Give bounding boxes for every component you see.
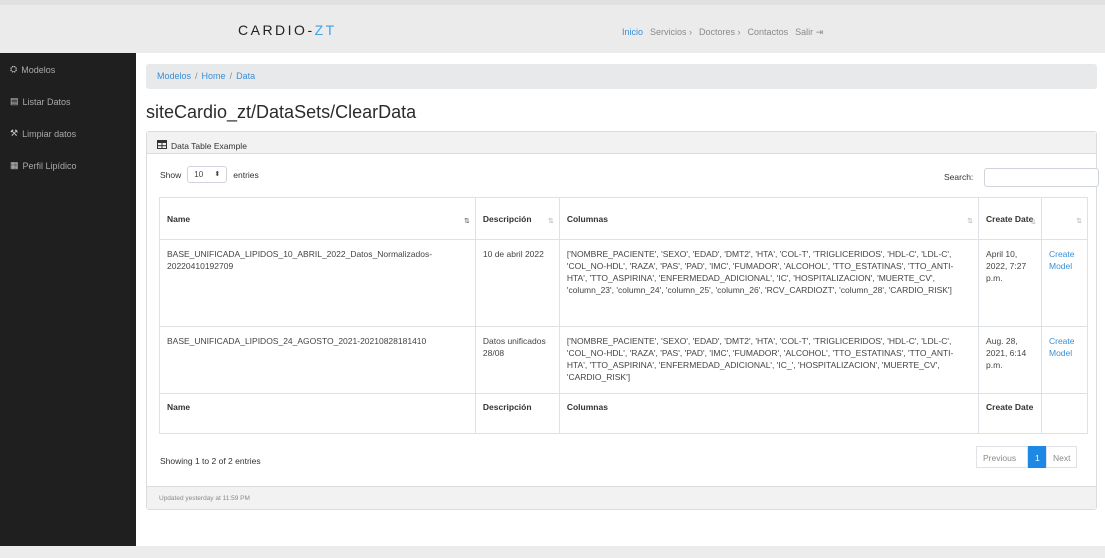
brand-logo[interactable]: CARDIO-ZT: [238, 22, 337, 38]
card-title: Data Table Example: [171, 140, 247, 151]
nav-contactos[interactable]: Contactos: [748, 27, 789, 38]
main-content: Modelos / Home / Data siteCardio_zt/DataSets…: [136, 53, 1105, 558]
breadcrumb-separator: /: [195, 71, 198, 81]
sort-icon: ⇅: [464, 218, 470, 225]
cell-name: BASE_UNIFICADA_LIPIDOS_10_ABRIL_2022_Dat…: [159, 239, 476, 327]
col-header-name[interactable]: Name ⇅: [159, 197, 476, 240]
cell-name: BASE_UNIFICADA_LIPIDOS_24_AGOSTO_2021-20…: [159, 326, 476, 394]
create-model-link[interactable]: Create Model: [1040, 326, 1089, 394]
nav-servicios[interactable]: Servicios ›: [650, 27, 692, 38]
col-header-descripcion[interactable]: Descripción ⇅: [474, 197, 560, 240]
sidebar-item-perfil-lipidico[interactable]: ▦ Perfil Lipídico: [10, 160, 77, 171]
chevron-updown-icon: ⬍: [214, 171, 221, 178]
sidebar-item-modelos[interactable]: ⛭ Modelos: [10, 64, 55, 75]
entries-select[interactable]: 10 ⬍: [187, 166, 228, 183]
foot-create-date: Create Date: [978, 393, 1042, 434]
brand-main: CARDIO-: [238, 22, 315, 38]
entries-label: entries: [233, 169, 259, 180]
page-1-button[interactable]: 1: [1028, 446, 1046, 468]
page-footer: [0, 546, 1105, 558]
next-button[interactable]: Next: [1046, 446, 1077, 468]
tools-icon: ⚒: [10, 128, 19, 138]
sidebar-item-label: Modelos: [21, 64, 56, 75]
data-table-card: Data Table Example Show 10 ⬍ entries Sea…: [146, 131, 1099, 510]
cell-descripcion: Datos unificados 28/08: [474, 326, 560, 394]
search-input[interactable]: [984, 168, 1099, 187]
col-header-columnas[interactable]: Columnas ⇅: [558, 197, 980, 240]
sidebar-item-label: Perfil Lipídico: [22, 160, 77, 171]
foot-name: Name: [159, 393, 476, 434]
search-label: Search:: [944, 172, 974, 182]
top-nav-menu: Inicio Servicios › Doctores › Contactos …: [622, 27, 823, 38]
list-icon: ▤: [10, 96, 19, 106]
table-footer-row: Name Descripción Columnas Create Date: [159, 393, 1089, 434]
previous-button[interactable]: Previous: [976, 446, 1028, 468]
sidebar-item-listar-datos[interactable]: ▤ Listar Datos: [10, 96, 71, 107]
sidebar-item-label: Listar Datos: [22, 96, 71, 107]
nav-doctores[interactable]: Doctores ›: [699, 27, 741, 38]
table-row: BASE_UNIFICADA_LIPIDOS_10_ABRIL_2022_Dat…: [159, 239, 1089, 327]
nav-inicio[interactable]: Inicio: [622, 27, 643, 38]
sort-icon: ⇅: [967, 218, 974, 225]
breadcrumb-modelos[interactable]: Modelos: [157, 71, 191, 81]
table-info: Showing 1 to 2 of 2 entries: [160, 456, 261, 466]
cell-create-date: Aug. 28, 2021, 6:14 p.m.: [978, 326, 1042, 394]
sidebar: ⛭ Modelos ▤ Listar Datos ⚒ Limpiar datos…: [0, 53, 136, 558]
nav-salir[interactable]: Salir ⇥: [795, 27, 823, 38]
models-icon: ⛭: [10, 64, 18, 74]
entries-value: 10: [194, 170, 204, 179]
sidebar-item-label: Limpiar datos: [22, 128, 77, 139]
show-label: Show: [160, 169, 182, 180]
cell-descripcion: 10 de abril 2022: [474, 239, 560, 327]
col-header-create-date[interactable]: Create Date ⇅: [978, 197, 1042, 240]
create-model-link[interactable]: Create Model: [1040, 239, 1089, 327]
brand-accent: ZT: [314, 22, 337, 38]
card-footer: Updated yesterday at 11:59 PM: [147, 486, 1096, 509]
foot-columnas: Columnas: [558, 393, 980, 434]
breadcrumb-separator: /: [229, 71, 233, 81]
page-title: siteCardio_zt/DataSets/ClearData: [146, 102, 417, 122]
foot-actions: [1040, 393, 1089, 434]
col-header-actions[interactable]: ⇅: [1040, 197, 1089, 240]
sort-icon: ⇅: [1076, 218, 1082, 225]
breadcrumb-home[interactable]: Home: [202, 71, 226, 81]
top-navbar: CARDIO-ZT Inicio Servicios › Doctores › …: [0, 0, 1105, 53]
table-row: BASE_UNIFICADA_LIPIDOS_24_AGOSTO_2021-20…: [159, 326, 1089, 394]
entries-control: Show 10 ⬍ entries: [160, 166, 259, 183]
cell-create-date: April 10, 2022, 7:27 p.m.: [978, 239, 1042, 327]
table-icon: ▦: [10, 160, 19, 170]
sort-icon: ⇅: [1030, 219, 1036, 226]
sort-icon: ⇅: [547, 218, 554, 225]
card-header: Data Table Example: [147, 132, 1096, 154]
breadcrumb-data[interactable]: Data: [236, 71, 255, 81]
table-icon: [157, 140, 167, 151]
foot-descripcion: Descripción: [474, 393, 560, 434]
table-header-row: Name ⇅ Descripción ⇅ Columnas ⇅ Create Date…: [159, 197, 1089, 240]
pagination: Previous 1 Next: [976, 446, 1077, 468]
breadcrumb: Modelos / Home / Data: [146, 64, 1097, 89]
cell-columnas: ['NOMBRE_PACIENTE', 'SEXO', 'EDAD', 'DMT…: [558, 239, 980, 327]
cell-columnas: ['NOMBRE_PACIENTE', 'SEXO', 'EDAD', 'DMT…: [558, 326, 980, 394]
datasets-table: Name ⇅ Descripción ⇅ Columnas ⇅ Create Date…: [159, 197, 1089, 434]
sidebar-item-limpiar-datos[interactable]: ⚒ Limpiar datos: [10, 128, 76, 139]
